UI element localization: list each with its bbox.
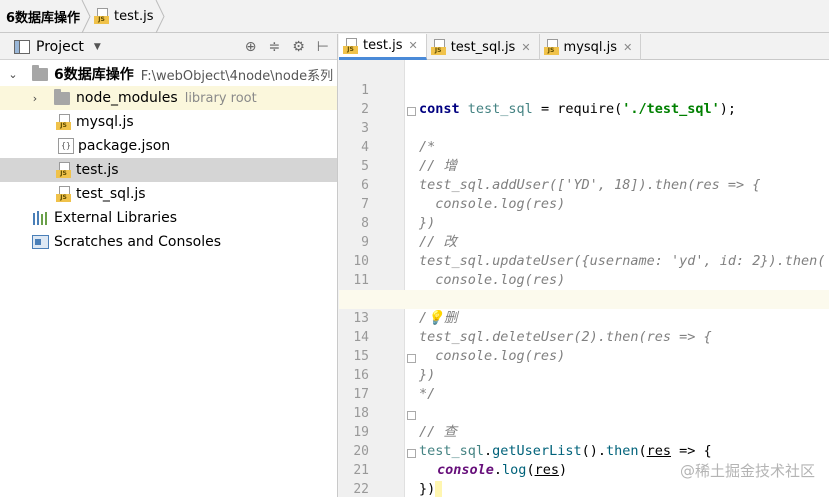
breadcrumb-project-label: 6数据库操作	[6, 10, 81, 26]
tree-item-file[interactable]: {} package.json	[0, 134, 337, 158]
code-line: 7 })	[339, 176, 829, 231]
code-line: 14 console.log(res)	[339, 309, 829, 364]
code-line: 2	[339, 81, 829, 117]
js-file-icon: JS	[543, 39, 560, 55]
tab-label: test.js	[363, 38, 403, 53]
library-icon	[33, 211, 47, 225]
code-line: 12 /💡删	[339, 271, 829, 326]
tree-item-file[interactable]: JS mysql.js	[0, 110, 337, 134]
tab-test-js[interactable]: JS test.js ✕	[339, 34, 427, 60]
hide-panel-icon[interactable]: ⊢	[317, 39, 329, 55]
tree-item-root[interactable]: ⌄ 6数据库操作 F:\webObject\4node\node系列	[0, 62, 337, 86]
js-file-icon: JS	[343, 37, 359, 54]
folder-icon	[54, 88, 70, 105]
breadcrumb-separator-icon	[81, 0, 91, 33]
watermark: @稀土掘金技术社区	[679, 462, 815, 480]
breadcrumb-file[interactable]: JS test.js	[94, 0, 167, 33]
tree-item-file[interactable]: JS test_sql.js	[0, 182, 337, 206]
tab-label: test_sql.js	[450, 39, 516, 55]
code-line-current: 13 test_sql.deleteUser(2).then(res => {	[339, 290, 829, 345]
js-file-icon: JS	[56, 186, 72, 202]
tree-item-file-selected[interactable]: JS test.js	[0, 158, 337, 182]
file-name: test_sql.js	[76, 186, 146, 202]
tab-test-sql-js[interactable]: JS test_sql.js ✕	[427, 34, 540, 60]
code-line: 8 // 改	[339, 195, 829, 250]
node-modules-label: node_modules	[76, 90, 178, 106]
project-panel-title[interactable]: Project	[36, 39, 84, 55]
locate-icon[interactable]: ⊕	[245, 39, 257, 55]
code-line: 1 const test_sql = require('./test_sql')…	[339, 62, 829, 117]
root-folder-path: F:\webObject\4node\node系列	[140, 68, 334, 84]
tree-item-scratches[interactable]: Scratches and Consoles	[0, 230, 337, 254]
code-line: 9 test_sql.updateUser({username: 'yd', i…	[339, 214, 829, 269]
file-name: mysql.js	[76, 114, 134, 130]
project-panel: Project ▼ ⊕ ≑ ⚙ ⊢ ⌄ 6数据库操作 F:\webObject\…	[0, 34, 338, 497]
tab-mysql-js[interactable]: JS mysql.js ✕	[540, 34, 642, 60]
tree-item-node-modules[interactable]: › node_modules library root	[0, 86, 337, 110]
code-line: 4 // 增	[339, 119, 829, 174]
fold-marker-icon[interactable]	[407, 411, 416, 420]
editor-tabs: JS test.js ✕ JS test_sql.js ✕ JS mysql.j…	[339, 34, 829, 60]
folder-icon	[32, 64, 48, 81]
fold-marker-icon[interactable]	[407, 354, 416, 363]
root-folder-name: 6数据库操作	[54, 67, 134, 83]
fold-marker-icon[interactable]	[407, 449, 416, 458]
gear-icon[interactable]: ⚙	[292, 39, 305, 55]
close-icon[interactable]: ✕	[623, 41, 632, 54]
breadcrumb-project[interactable]: 6数据库操作	[6, 0, 94, 33]
code-line: 17	[339, 366, 829, 402]
js-file-icon: JS	[56, 162, 72, 178]
chevron-right-icon[interactable]: ›	[28, 92, 42, 105]
scratches-icon	[32, 235, 49, 249]
project-view-icon	[14, 39, 30, 54]
file-name: test.js	[76, 162, 119, 178]
code-line: 23	[339, 480, 829, 497]
code-editor[interactable]: 1 const test_sql = require('./test_sql')…	[339, 60, 829, 497]
breadcrumb-file-label: test.js	[114, 8, 154, 24]
close-icon[interactable]: ✕	[408, 39, 417, 52]
project-panel-header: Project ▼ ⊕ ≑ ⚙ ⊢	[0, 34, 337, 60]
close-icon[interactable]: ✕	[521, 41, 530, 54]
js-file-icon: JS	[56, 114, 72, 130]
tab-label: mysql.js	[563, 39, 618, 55]
code-line: 10 console.log(res)	[339, 233, 829, 288]
code-line: 20 console.log(res)	[339, 423, 829, 478]
code-line: 6 console.log(res)	[339, 157, 829, 212]
navigation-bar: 6数据库操作 JS test.js	[0, 0, 829, 33]
code-line: 15 })	[339, 328, 829, 383]
json-file-icon: {}	[58, 138, 74, 154]
scratches-label: Scratches and Consoles	[54, 234, 221, 250]
code-line: 5 test_sql.addUser(['YD', 18]).then(res …	[339, 138, 829, 193]
external-libraries-label: External Libraries	[54, 210, 177, 226]
file-name: package.json	[78, 138, 171, 154]
chevron-down-icon[interactable]: ⌄	[6, 68, 20, 81]
code-line: 11 })	[339, 252, 829, 307]
chevron-down-icon[interactable]: ▼	[94, 42, 101, 52]
js-file-icon: JS	[94, 8, 110, 24]
js-file-icon: JS	[430, 39, 447, 55]
breadcrumb-separator-icon	[155, 0, 165, 33]
library-root-hint: library root	[184, 90, 257, 106]
collapse-all-icon[interactable]: ≑	[269, 39, 281, 55]
tree-item-external-libraries[interactable]: External Libraries	[0, 206, 337, 230]
fold-marker-icon[interactable]	[407, 107, 416, 116]
code-line: 18 // 查	[339, 385, 829, 440]
